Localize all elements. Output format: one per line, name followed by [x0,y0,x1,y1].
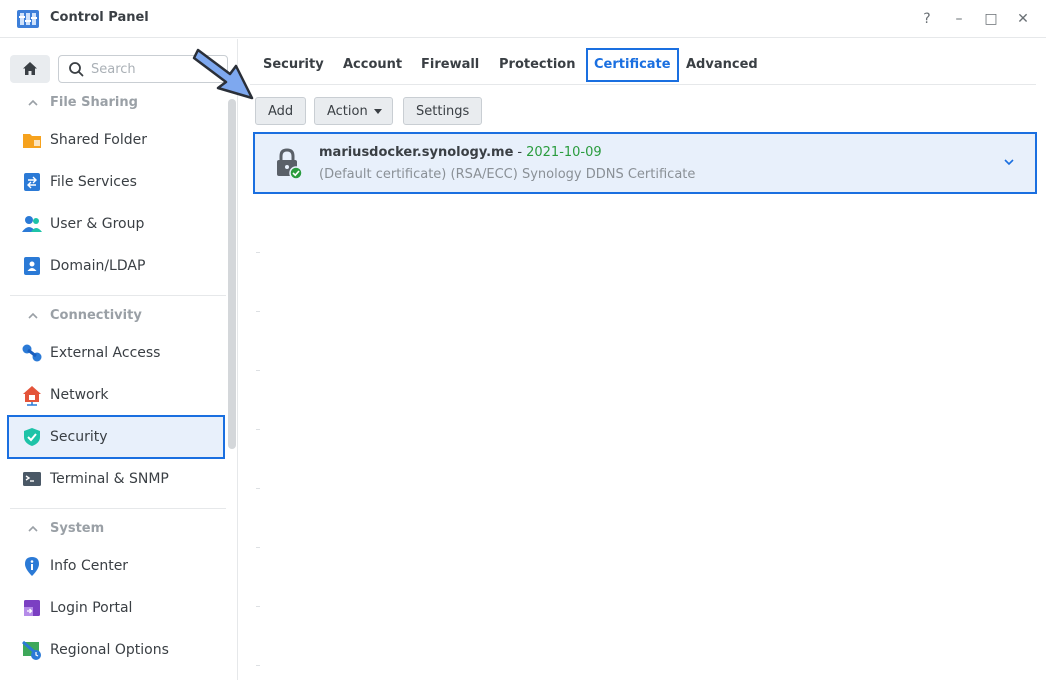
sidebar-item-info-center[interactable]: Info Center [8,545,224,587]
sidebar-item-label: File Services [50,174,137,190]
shield-icon [24,428,40,446]
caret-down-icon [373,109,382,114]
network-icon [23,386,41,406]
terminal-icon [23,472,41,486]
window-title: Control Panel [50,10,149,25]
empty-row-marker [256,547,260,548]
empty-row-marker [256,252,260,253]
section-label: File Sharing [50,95,138,110]
sidebar-item-domain-ldap[interactable]: Domain/LDAP [8,245,224,287]
action-dropdown-button[interactable]: Action [314,97,393,125]
sidebar-item-label: Shared Folder [50,132,148,148]
chevron-up-icon [28,99,38,106]
minimize-button[interactable]: – [948,8,970,30]
sidebar-item-label: External Access [50,345,161,361]
sidebar-item-shared-folder[interactable]: Shared Folder [8,119,224,161]
sidebar-item-label: User & Group [50,216,145,232]
user-group-icon [22,216,42,232]
maximize-button[interactable]: □ [980,8,1002,30]
certificate-description: (Default certificate) (RSA/ECC) Synology… [319,167,696,182]
sidebar-item-regional-options[interactable]: Regional Options [8,629,224,671]
section-label: System [50,521,105,536]
sidebar-item-label: Regional Options [50,642,169,658]
section-label: Connectivity [50,308,142,323]
home-button[interactable] [10,55,50,83]
sidebar-item-login-portal[interactable]: Login Portal [8,587,224,629]
tab-protection[interactable]: Protection [493,48,581,82]
sidebar-item-label: Info Center [50,558,129,574]
home-icon [23,62,37,75]
empty-row-marker [256,488,260,489]
tab-advanced[interactable]: Advanced [680,48,764,82]
section-connectivity[interactable]: Connectivity [24,308,142,323]
title-bar: Control Panel ? – □ ✕ [0,0,1046,38]
shared-folder-icon [23,134,41,148]
control-panel-app-icon [17,10,39,28]
regional-options-icon [22,640,41,660]
certificate-row[interactable]: mariusdocker.synology.me -2021-10-09 (Def… [253,132,1037,194]
sidebar-scrollbar[interactable] [228,99,236,449]
tab-certificate[interactable]: Certificate [586,48,679,82]
sidebar-item-label: Terminal & SNMP [50,471,169,487]
login-portal-icon [24,600,40,616]
section-file-sharing[interactable]: File Sharing [24,95,138,110]
info-icon [25,557,39,576]
action-label: Action [327,103,368,119]
chevron-down-icon[interactable] [1001,154,1017,170]
section-system[interactable]: System [24,521,104,536]
help-button[interactable]: ? [916,8,938,30]
empty-row-marker [256,370,260,371]
sidebar-item-label: Network [50,387,109,403]
sidebar-item-external-access[interactable]: External Access [8,332,224,374]
chevron-up-icon [28,312,38,319]
empty-row-marker [256,665,260,666]
tab-security[interactable]: Security [257,48,330,82]
sidebar-item-security[interactable]: Security [7,415,225,459]
search-icon [69,62,84,77]
sidebar-item-network[interactable]: Network [8,374,224,416]
sidebar-item-file-services[interactable]: File Services [8,161,224,203]
empty-row-marker [256,311,260,312]
tab-account[interactable]: Account [337,48,408,82]
certificate-domain: mariusdocker.synology.me [319,145,514,160]
tab-firewall[interactable]: Firewall [415,48,485,82]
settings-button[interactable]: Settings [403,97,483,125]
external-access-icon [22,344,42,362]
certificate-date: 2021-10-09 [526,145,602,160]
sidebar-item-user-group[interactable]: User & Group [8,203,224,245]
close-button[interactable]: ✕ [1012,8,1034,30]
sidebar-item-label: Security [50,429,108,445]
chevron-up-icon [28,525,38,532]
add-button[interactable]: Add [255,97,307,125]
section-divider [10,295,226,296]
certificate-title: mariusdocker.synology.me -2021-10-09 [319,145,602,160]
sidebar-item-label: Login Portal [50,600,133,616]
certificate-separator: - [517,145,523,160]
sidebar-item-label: Domain/LDAP [50,258,146,274]
domain-ldap-icon [24,257,40,275]
tab-bar: Security Account Firewall Protection Cer… [250,47,1036,85]
sidebar-item-terminal-snmp[interactable]: Terminal & SNMP [8,458,224,500]
section-divider [10,508,226,509]
lock-icon [277,148,303,179]
empty-row-marker [256,606,260,607]
empty-row-marker [256,429,260,430]
file-services-icon [24,173,40,191]
sidebar: File Sharing Shared Folder File Services… [0,39,238,680]
